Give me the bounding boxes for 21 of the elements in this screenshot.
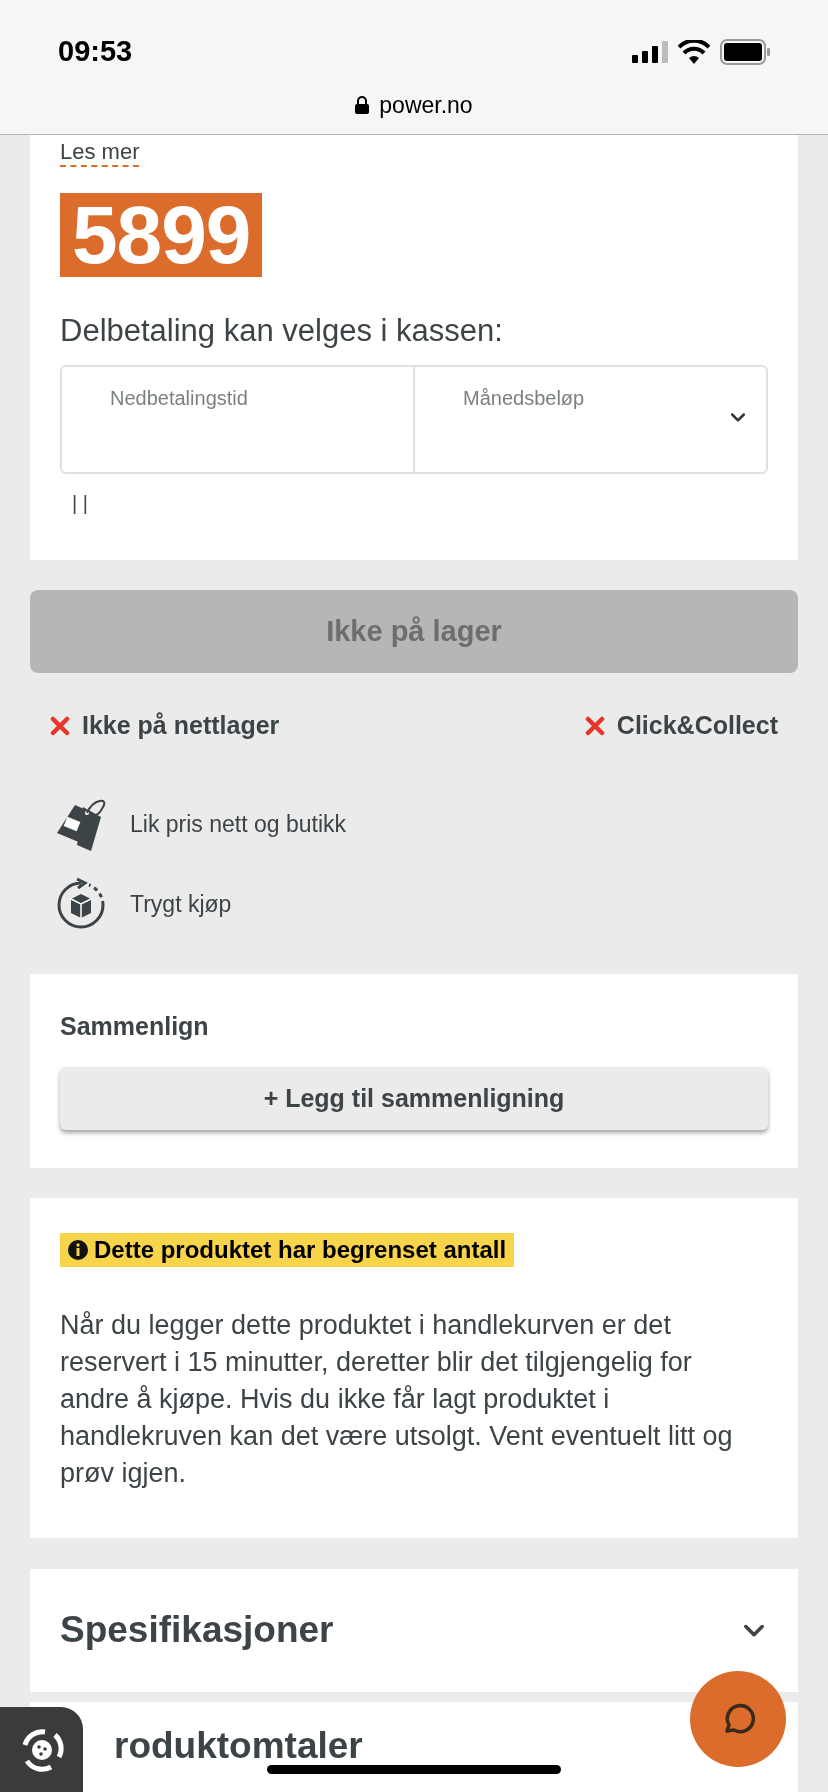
lock-icon <box>355 95 370 114</box>
installment-heading: Delbetaling kan velges i kassen: <box>60 312 504 350</box>
limited-stock-badge: Dette produktet har begrenset antall <box>60 1232 515 1267</box>
wifi-icon <box>678 39 710 64</box>
add-to-compare-button[interactable]: + Legg til sammenligning <box>60 1067 768 1130</box>
availability-label: Click&Collect <box>616 710 778 741</box>
battery-icon <box>720 38 770 65</box>
accordion-section[interactable]: Spesifikasjoner <box>30 1568 798 1692</box>
read-more-link[interactable]: Les mer <box>60 139 140 167</box>
note-text: | | <box>71 491 89 516</box>
status-time: 09:53 <box>58 34 133 69</box>
signal-icon <box>632 40 668 63</box>
price-tag: 5899 <box>60 193 263 277</box>
feature-label: Lik pris nett og butikk <box>130 810 347 840</box>
compare-heading: Sammenlign <box>60 1010 210 1042</box>
notice-text: Når du legger dette produktet i handlekurven er det reservert i 15 minutter, deretter blir det tilgjengelig for andre å kjøpe. Hvis du ikke får lagt produktet i handlekruven kan det være utsolgt. Vent eventuelt litt og prøv igjen. <box>60 1308 734 1490</box>
feature-label: Trygt kjøp <box>130 890 232 920</box>
accessibility-widget[interactable] <box>0 1707 83 1792</box>
availability-label: Ikke på nettlager <box>82 710 280 741</box>
url-text[interactable]: power.no <box>379 87 473 122</box>
info-icon <box>68 1239 88 1260</box>
